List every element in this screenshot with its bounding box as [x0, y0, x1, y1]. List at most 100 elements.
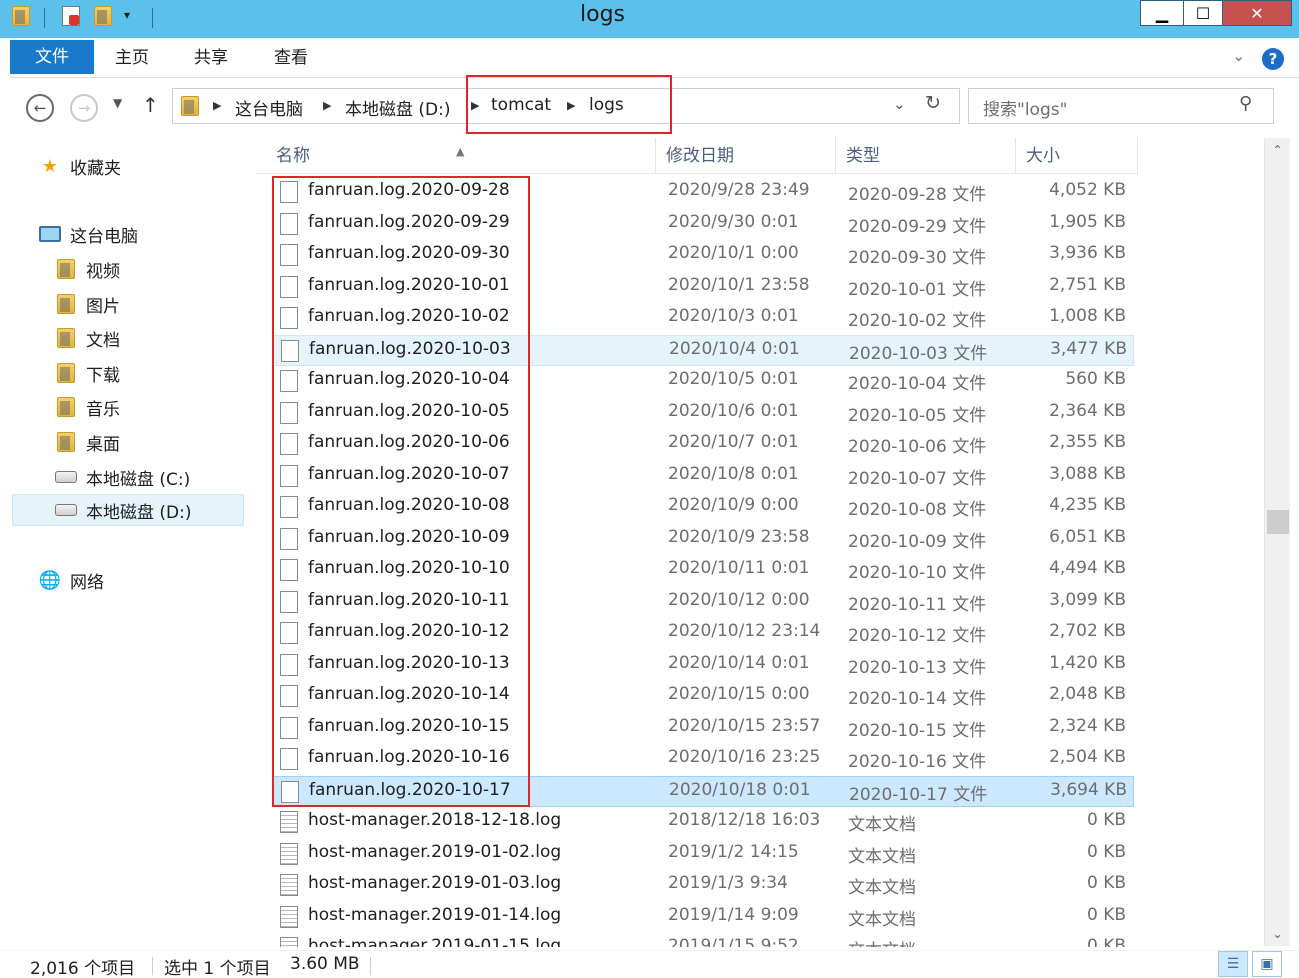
search-icon[interactable]: ⚲ [1239, 93, 1252, 114]
column-header-type[interactable]: 类型 [836, 138, 1016, 174]
text-file-icon [280, 811, 298, 833]
file-type: 2020-10-01 文件 [848, 279, 987, 300]
chevron-right-icon[interactable]: ▶ [213, 99, 221, 112]
sidebar-item-label: 文档 [86, 330, 120, 351]
up-button[interactable]: ↑ [142, 93, 159, 117]
file-name: host-manager.2019-01-03.log [308, 873, 562, 893]
drive-icon [54, 498, 78, 522]
sidebar-item-label: 本地磁盘 (C:) [86, 469, 191, 490]
sidebar-item-network[interactable]: 🌐 网络 [38, 564, 104, 596]
sidebar-item-label: 音乐 [86, 399, 120, 420]
text-file-icon [280, 905, 298, 928]
file-type: 2020-09-30 文件 [848, 248, 987, 268]
file-type: 2020-09-28 文件 [848, 185, 987, 205]
sidebar-item-favorites[interactable]: ★ 收藏夹 [38, 150, 121, 182]
file-size: 2,324 KB [1049, 715, 1126, 736]
file-date: 2020/10/15 0:00 [668, 684, 810, 704]
help-button[interactable]: ? [1262, 48, 1284, 70]
file-row[interactable]: host-manager.2019-01-14.log 2019/1/14 9:0… [272, 902, 1134, 933]
file-date: 2020/10/1 0:00 [668, 243, 799, 263]
sidebar-item-label: 这台电脑 [70, 226, 138, 247]
file-type: 2020-10-12 文件 [848, 626, 987, 646]
file-type: 2020-10-05 文件 [848, 405, 987, 426]
file-date: 2020/10/8 0:01 [668, 463, 799, 484]
file-date: 2020/10/12 0:00 [668, 589, 810, 610]
sidebar-item-drive-d[interactable]: 本地磁盘 (D:) [12, 494, 244, 526]
file-size: 2,048 KB [1049, 684, 1126, 704]
file-date: 2020/9/28 23:49 [668, 180, 810, 200]
breadcrumb-drive-d[interactable]: 本地磁盘 (D:) [345, 95, 451, 120]
tab-home[interactable]: 主页 [115, 38, 149, 74]
file-size: 0 KB [1086, 810, 1126, 830]
file-type: 2020-10-04 文件 [848, 374, 987, 394]
forward-button[interactable]: → [70, 94, 98, 122]
close-button[interactable]: ✕ [1222, 0, 1292, 26]
chevron-right-icon[interactable]: ▶ [323, 99, 331, 112]
file-row[interactable]: host-manager.2019-01-03.log 2019/1/3 9:34… [272, 870, 1134, 901]
tab-view[interactable]: 查看 [274, 38, 308, 74]
file-size: 4,052 KB [1049, 180, 1126, 200]
sidebar-item-label: 收藏夹 [70, 158, 121, 179]
sidebar-item-pictures[interactable]: 图片 [54, 288, 120, 320]
search-input[interactable]: 搜索"logs" ⚲ [968, 88, 1274, 124]
file-size: 3,099 KB [1049, 589, 1126, 610]
navigation-pane: ★ 收藏夹 这台电脑 视频 图片 文档 下载 音乐 桌面 本地磁盘 (C:) 本… [0, 136, 248, 941]
minimize-button[interactable]: ▁ [1140, 0, 1184, 26]
tab-share[interactable]: 共享 [194, 38, 228, 74]
column-label: 类型 [846, 146, 880, 166]
file-size: 3,088 KB [1049, 463, 1126, 484]
file-size: 2,751 KB [1049, 274, 1126, 295]
chevron-down-icon[interactable]: ⌄ [893, 95, 906, 113]
sidebar-item-this-pc[interactable]: 这台电脑 [38, 218, 138, 250]
scroll-up-icon[interactable]: ⌃ [1265, 138, 1290, 162]
sidebar-item-desktop[interactable]: 桌面 [54, 426, 120, 458]
scroll-down-icon[interactable]: ⌄ [1265, 922, 1290, 946]
file-row[interactable]: host-manager.2019-01-02.log 2019/1/2 14:1… [272, 839, 1134, 870]
sidebar-item-label: 网络 [70, 572, 104, 593]
sidebar-item-documents[interactable]: 文档 [54, 322, 120, 354]
file-type: 文本文档 [848, 909, 916, 930]
expand-ribbon-icon[interactable]: ⌄ [1232, 46, 1245, 65]
file-date: 2020/10/16 23:25 [668, 747, 821, 767]
scrollbar-thumb[interactable] [1267, 510, 1289, 534]
breadcrumb-this-pc[interactable]: 这台电脑 [235, 95, 303, 120]
column-header-name[interactable]: 名称 ▲ [256, 138, 656, 174]
file-type: 2020-10-17 文件 [849, 784, 988, 805]
text-file-icon [280, 874, 298, 896]
back-button[interactable]: ← [26, 94, 54, 122]
details-view-button[interactable]: ☰ [1218, 951, 1248, 977]
file-type: 文本文档 [848, 846, 916, 867]
file-size: 6,051 KB [1049, 526, 1126, 547]
file-size: 2,364 KB [1049, 400, 1126, 421]
sidebar-item-music[interactable]: 音乐 [54, 391, 120, 423]
file-type: 2020-10-02 文件 [848, 311, 987, 331]
file-type: 2020-10-11 文件 [848, 594, 987, 615]
tab-file[interactable]: 文件 [10, 40, 94, 74]
file-date: 2018/12/18 16:03 [668, 810, 821, 830]
file-row[interactable]: host-manager.2018-12-18.log 2018/12/18 16… [272, 807, 1134, 838]
file-row[interactable]: host-manager.2019-01-15.log 2019/1/15 9:5… [272, 933, 1134, 947]
column-label: 大小 [1026, 146, 1060, 166]
file-date: 2020/10/7 0:01 [668, 432, 799, 452]
column-header-bar: 名称 ▲ 修改日期 类型 大小 [256, 138, 1138, 174]
file-name: host-manager.2019-01-02.log [308, 841, 562, 862]
sidebar-item-videos[interactable]: 视频 [54, 253, 120, 285]
file-date: 2020/10/9 0:00 [668, 495, 799, 515]
column-header-date[interactable]: 修改日期 [656, 138, 836, 174]
sidebar-item-drive-c[interactable]: 本地磁盘 (C:) [54, 461, 190, 493]
column-header-size[interactable]: 大小 [1016, 138, 1138, 174]
refresh-icon[interactable]: ↻ [925, 92, 941, 114]
status-divider [370, 957, 371, 975]
sidebar-item-downloads[interactable]: 下载 [54, 357, 120, 389]
file-size: 2,504 KB [1049, 747, 1126, 767]
maximize-button[interactable]: ☐ [1183, 0, 1223, 26]
file-name: host-manager.2019-01-14.log [308, 904, 562, 925]
file-size: 1,420 KB [1049, 652, 1126, 673]
recent-locations-icon[interactable]: ▼ [113, 96, 122, 110]
file-date: 2020/10/6 0:01 [668, 400, 799, 421]
file-size: 0 KB [1086, 841, 1126, 862]
status-divider [152, 957, 153, 975]
vertical-scrollbar[interactable]: ⌃ ⌄ [1264, 138, 1290, 946]
pictures-folder-icon [54, 292, 78, 316]
large-icons-view-button[interactable]: ▣ [1252, 951, 1282, 977]
